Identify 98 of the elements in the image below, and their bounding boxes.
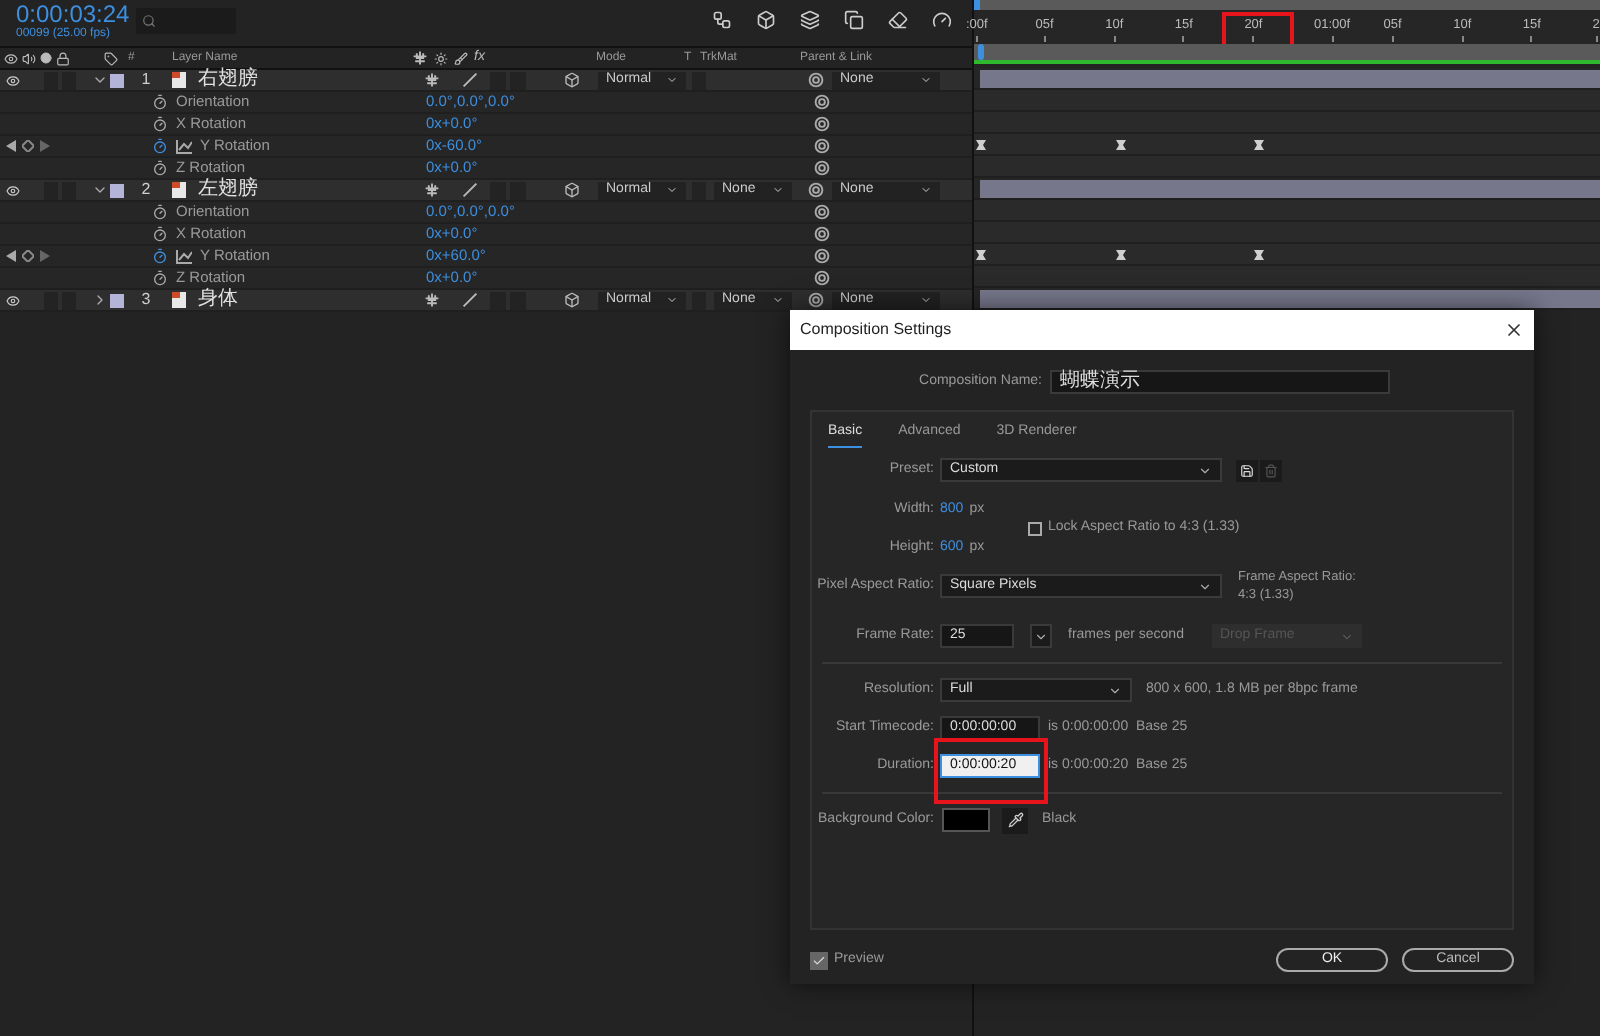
copy-icon[interactable] (844, 10, 864, 30)
graph-icon[interactable] (176, 139, 192, 153)
chevron-down-icon (1198, 463, 1212, 477)
chevron-down-icon (772, 294, 784, 306)
visibility-icon[interactable] (4, 51, 18, 65)
frame-rate-dropdown[interactable] (1030, 624, 1052, 648)
layer-name[interactable]: 右翅膀 (198, 70, 258, 90)
layer-name[interactable]: 身体 (198, 290, 238, 310)
stopwatch-icon[interactable] (152, 138, 168, 154)
cube-icon[interactable] (564, 292, 580, 308)
next-keyframe-icon[interactable] (40, 250, 50, 262)
composition-name-field[interactable]: 蝴蝶演示 (1050, 370, 1390, 394)
label-color[interactable] (110, 73, 124, 87)
label-color[interactable] (110, 293, 124, 307)
audio-icon[interactable] (22, 51, 36, 65)
trash-icon (1264, 463, 1278, 477)
quality-icon[interactable] (462, 182, 478, 198)
layer-number: 2 (139, 178, 153, 202)
chevron-down-icon (920, 294, 932, 306)
stopwatch-icon[interactable] (152, 94, 168, 110)
layer-bar[interactable] (980, 289, 1600, 307)
next-keyframe-icon[interactable] (40, 140, 50, 152)
save-preset-button[interactable] (1236, 459, 1258, 481)
layer-number: 1 (139, 68, 153, 92)
previous-keyframe-icon[interactable] (6, 140, 16, 152)
eyedropper-button[interactable] (1002, 807, 1028, 833)
shy-icon[interactable] (424, 72, 440, 88)
keyframe-icon[interactable] (1254, 250, 1265, 260)
chevron-down-icon (920, 74, 932, 86)
layer-bar[interactable] (980, 179, 1600, 197)
brush-icon[interactable] (454, 51, 468, 65)
cube-icon[interactable] (564, 72, 580, 88)
label-icon[interactable] (104, 51, 118, 65)
lock-toggle[interactable] (62, 71, 76, 89)
caret-icon[interactable] (91, 182, 107, 198)
keyframe-icon[interactable] (1115, 250, 1126, 260)
label-color[interactable] (110, 183, 124, 197)
quality-icon[interactable] (462, 72, 478, 88)
lock-aspect-checkbox[interactable] (1028, 522, 1042, 536)
stopwatch-icon[interactable] (152, 116, 168, 132)
branch-icon[interactable] (712, 10, 732, 30)
solo-icon[interactable] (40, 52, 52, 64)
check-icon (812, 953, 826, 967)
layer-bar[interactable] (980, 69, 1600, 87)
solo-toggle[interactable] (44, 71, 58, 89)
caret-icon[interactable] (91, 72, 107, 88)
shy-icon[interactable] (424, 292, 440, 308)
layers-icon[interactable] (800, 10, 820, 30)
current-timecode[interactable]: 0:00:03:24 (16, 2, 132, 26)
layer-number: 3 (139, 288, 153, 312)
chevron-down-icon (666, 74, 678, 86)
color-swatch[interactable] (942, 808, 990, 832)
search-field[interactable] (136, 8, 236, 34)
chevron-down-icon (666, 184, 678, 196)
stopwatch-icon[interactable] (152, 226, 168, 242)
work-area-start[interactable] (974, 0, 980, 10)
eyedropper-icon (1007, 812, 1023, 828)
shy-icon[interactable] (424, 182, 440, 198)
stopwatch-icon[interactable] (152, 270, 168, 286)
chevron-down-icon (666, 294, 678, 306)
eraser-icon[interactable] (888, 10, 908, 30)
cube-icon[interactable] (564, 182, 580, 198)
keyframe-icon[interactable] (976, 140, 986, 150)
layer-file-icon (172, 292, 186, 308)
chevron-down-icon (1108, 683, 1122, 697)
layer-file-icon (172, 72, 186, 88)
chevron-down-icon (1034, 629, 1048, 643)
preview-checkbox[interactable] (810, 951, 828, 969)
layer-file-icon (172, 182, 186, 198)
keyframe-icon[interactable] (976, 250, 986, 260)
previous-keyframe-icon[interactable] (6, 250, 16, 262)
lock-icon[interactable] (56, 51, 70, 65)
visibility-icon[interactable] (6, 293, 20, 307)
layer-name[interactable]: 左翅膀 (198, 180, 258, 200)
add-keyframe-icon[interactable] (22, 140, 34, 152)
sun-icon[interactable] (434, 51, 448, 65)
visibility-icon[interactable] (6, 73, 20, 87)
add-keyframe-icon[interactable] (22, 250, 34, 262)
stopwatch-icon[interactable] (152, 160, 168, 176)
chevron-down-icon (1339, 629, 1354, 643)
quality-icon[interactable] (462, 292, 478, 308)
keyframe-icon[interactable] (1115, 140, 1126, 150)
graph-icon[interactable] (176, 249, 192, 263)
visibility-icon[interactable] (6, 183, 20, 197)
cube-icon[interactable] (756, 10, 776, 30)
gauge-icon[interactable] (932, 10, 952, 30)
chevron-down-icon (1198, 579, 1212, 593)
keyframe-icon[interactable] (1254, 140, 1265, 150)
chevron-down-icon (920, 184, 932, 196)
save-icon (1240, 463, 1254, 477)
stopwatch-icon[interactable] (152, 204, 168, 220)
search-icon (142, 14, 156, 28)
dialog-title: Composition Settings (800, 318, 952, 342)
close-icon[interactable] (1504, 320, 1524, 340)
track-matte-toggle[interactable] (692, 71, 706, 89)
shy-icon[interactable] (412, 50, 428, 66)
stopwatch-icon[interactable] (152, 248, 168, 264)
chevron-down-icon (772, 184, 784, 196)
